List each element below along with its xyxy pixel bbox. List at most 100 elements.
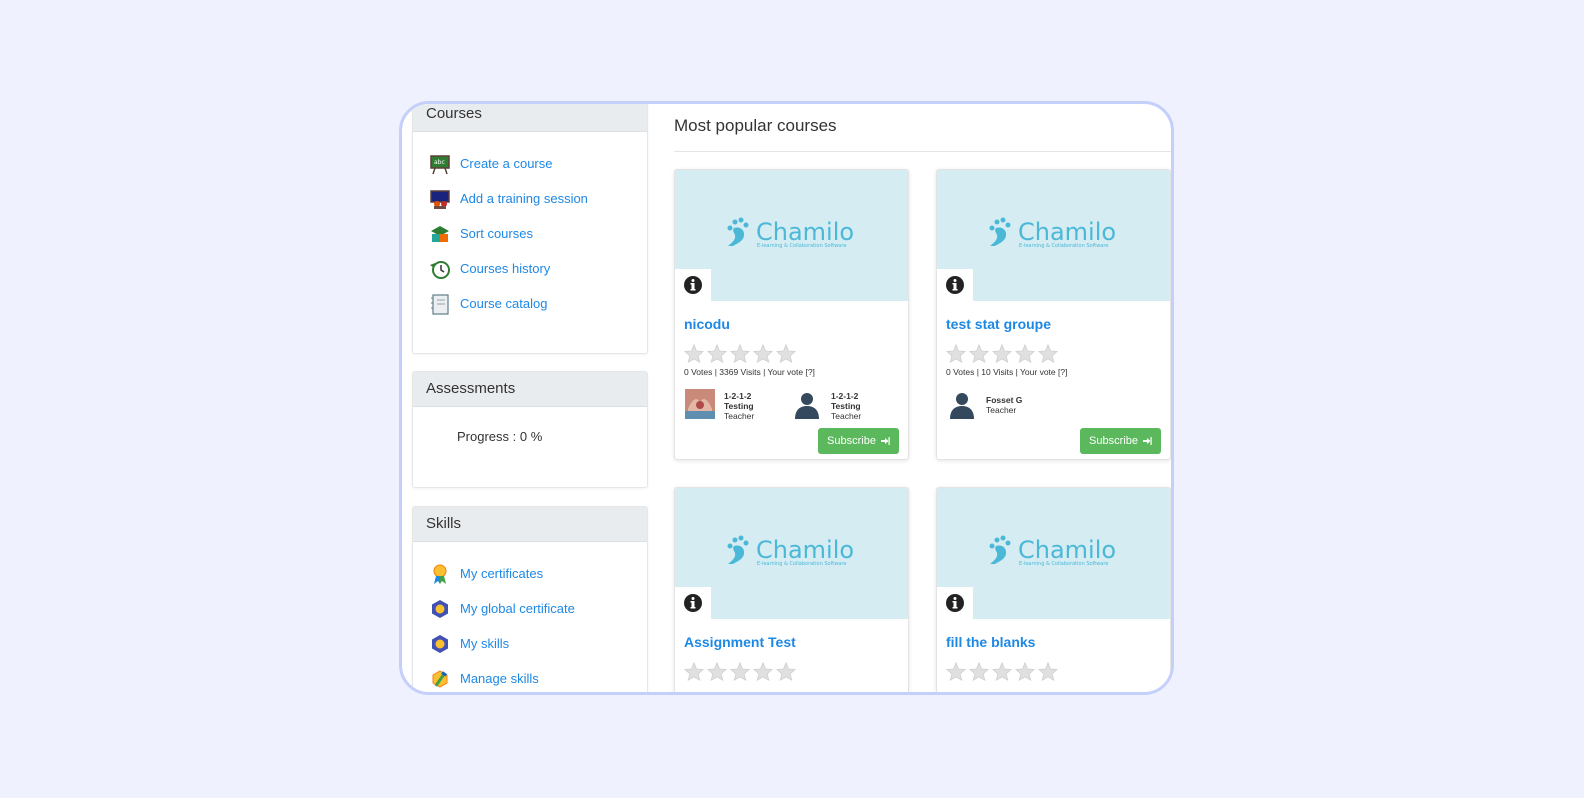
page-title: Most popular courses — [674, 116, 837, 135]
sidebar-item-courses-history[interactable]: Courses history — [413, 251, 647, 286]
star-icon[interactable] — [707, 344, 727, 363]
sidebar-item-label[interactable]: My certificates — [460, 566, 543, 581]
sidebar-item-label[interactable]: Add a training session — [460, 191, 588, 206]
sidebar-item-my-certificates[interactable]: My certificates — [413, 556, 647, 591]
course-image[interactable]: Chamilo E-learning & Collaboration Softw… — [937, 488, 1170, 619]
sidebar-item-label[interactable]: My skills — [460, 636, 509, 651]
star-icon[interactable] — [1015, 662, 1035, 681]
subscribe-label: Subscribe — [1089, 435, 1138, 447]
svg-text:E-learning & Collaboration Sof: E-learning & Collaboration Software — [757, 243, 846, 249]
teacher-name: Fosset G — [986, 395, 1023, 405]
star-icon[interactable] — [684, 344, 704, 363]
star-icon[interactable] — [753, 662, 773, 681]
course-stats: 0 Votes | 10 Visits | Your vote [?] — [946, 367, 1068, 377]
svg-text:abc: abc — [434, 159, 445, 166]
course-title-link[interactable]: fill the blanks — [946, 634, 1035, 650]
course-card: Chamilo E-learning & Collaboration Softw… — [674, 487, 909, 692]
app-frame: Courses abc Create a course Add a traini… — [399, 101, 1174, 695]
course-title-link[interactable]: Assignment Test — [684, 634, 796, 650]
sidebar-item-course-catalog[interactable]: Course catalog — [413, 286, 647, 321]
star-icon[interactable] — [1015, 344, 1035, 363]
global-certificate-icon — [432, 599, 448, 618]
sidebar-item-label[interactable]: Manage skills — [460, 671, 539, 686]
progress-text: Progress : 0 % — [457, 429, 543, 444]
sidebar-item-my-skills[interactable]: My skills — [413, 626, 647, 661]
course-title-link[interactable]: nicodu — [684, 316, 730, 332]
subscribe-button[interactable]: Subscribe — [1080, 428, 1161, 454]
svg-text:Chamilo: Chamilo — [1018, 218, 1116, 246]
skills-icon — [432, 634, 448, 653]
sidebar-item-label[interactable]: Create a course — [460, 156, 553, 171]
svg-text:E-learning & Collaboration Sof: E-learning & Collaboration Software — [1019, 561, 1108, 567]
catalog-icon — [431, 293, 449, 315]
sign-in-icon — [1142, 437, 1152, 445]
teacher-name: 1-2-1-2 Testing — [724, 391, 754, 411]
sidebar-item-label[interactable]: My global certificate — [460, 601, 575, 616]
skills-panel-title: Skills — [413, 507, 647, 542]
sidebar-item-create-course[interactable]: abc Create a course — [413, 146, 647, 181]
sidebar-item-label[interactable]: Sort courses — [460, 226, 533, 241]
teacher-role: Teacher — [724, 411, 755, 421]
star-icon[interactable] — [946, 344, 966, 363]
svg-text:Chamilo: Chamilo — [756, 218, 854, 246]
star-icon[interactable] — [992, 344, 1012, 363]
star-icon[interactable] — [776, 344, 796, 363]
course-info-button[interactable] — [675, 269, 711, 301]
star-icon[interactable] — [684, 662, 704, 681]
user-avatar-icon — [947, 389, 977, 419]
title-divider — [674, 151, 1171, 152]
course-card: Chamilo E-learning & Collaboration Softw… — [674, 169, 909, 460]
star-icon[interactable] — [707, 662, 727, 681]
star-icon[interactable] — [730, 662, 750, 681]
star-icon[interactable] — [1038, 662, 1058, 681]
star-icon[interactable] — [776, 662, 796, 681]
rating-stars[interactable] — [684, 662, 796, 681]
sort-courses-icon — [431, 225, 449, 242]
create-course-icon: abc — [430, 154, 450, 174]
course-card: Chamilo E-learning & Collaboration Softw… — [936, 487, 1171, 692]
chamilo-logo: Chamilo E-learning & Collaboration Softw… — [989, 217, 1116, 249]
subscribe-label: Subscribe — [827, 435, 876, 447]
sidebar-item-training-session[interactable]: Add a training session — [413, 181, 647, 216]
course-stats: 0 Votes | 3369 Visits | Your vote [?] — [684, 367, 815, 377]
star-icon[interactable] — [992, 662, 1012, 681]
info-icon — [684, 276, 702, 294]
teacher-info: 1-2-1-2 Testing Teacher — [792, 389, 871, 421]
course-image[interactable]: Chamilo E-learning & Collaboration Softw… — [937, 170, 1170, 301]
sidebar-item-label[interactable]: Courses history — [460, 261, 550, 276]
star-icon[interactable] — [730, 344, 750, 363]
course-card: Chamilo E-learning & Collaboration Softw… — [936, 169, 1171, 460]
info-icon — [684, 594, 702, 612]
svg-text:Chamilo: Chamilo — [756, 536, 854, 564]
course-info-button[interactable] — [675, 587, 711, 619]
star-icon[interactable] — [946, 662, 966, 681]
info-icon — [946, 594, 964, 612]
course-image[interactable]: Chamilo E-learning & Collaboration Softw… — [675, 488, 908, 619]
sidebar-item-label[interactable]: Course catalog — [460, 296, 547, 311]
course-image[interactable]: Chamilo E-learning & Collaboration Softw… — [675, 170, 908, 301]
rating-stars[interactable] — [946, 344, 1058, 363]
rating-stars[interactable] — [684, 344, 796, 363]
chamilo-logo: Chamilo E-learning & Collaboration Softw… — [727, 217, 854, 249]
star-icon[interactable] — [753, 344, 773, 363]
teacher-role: Teacher — [986, 405, 1017, 415]
training-session-icon — [430, 189, 450, 209]
course-info-button[interactable] — [937, 587, 973, 619]
course-info-button[interactable] — [937, 269, 973, 301]
star-icon[interactable] — [969, 344, 989, 363]
subscribe-button[interactable]: Subscribe — [818, 428, 899, 454]
assessments-panel-title: Assessments — [413, 372, 647, 407]
chamilo-logo: Chamilo E-learning & Collaboration Softw… — [727, 535, 854, 567]
sidebar-item-global-certificate[interactable]: My global certificate — [413, 591, 647, 626]
star-icon[interactable] — [969, 662, 989, 681]
svg-text:E-learning & Collaboration Sof: E-learning & Collaboration Software — [1019, 243, 1108, 249]
teacher-info: Fosset G Teacher — [947, 389, 1026, 419]
courses-panel-title: Courses — [413, 104, 647, 132]
course-title-link[interactable]: test stat groupe — [946, 316, 1051, 332]
courses-panel: Courses abc Create a course Add a traini… — [412, 104, 648, 354]
svg-text:E-learning & Collaboration Sof: E-learning & Collaboration Software — [757, 561, 846, 567]
sidebar-item-manage-skills[interactable]: Manage skills — [413, 661, 647, 692]
rating-stars[interactable] — [946, 662, 1058, 681]
sidebar-item-sort-courses[interactable]: Sort courses — [413, 216, 647, 251]
star-icon[interactable] — [1038, 344, 1058, 363]
